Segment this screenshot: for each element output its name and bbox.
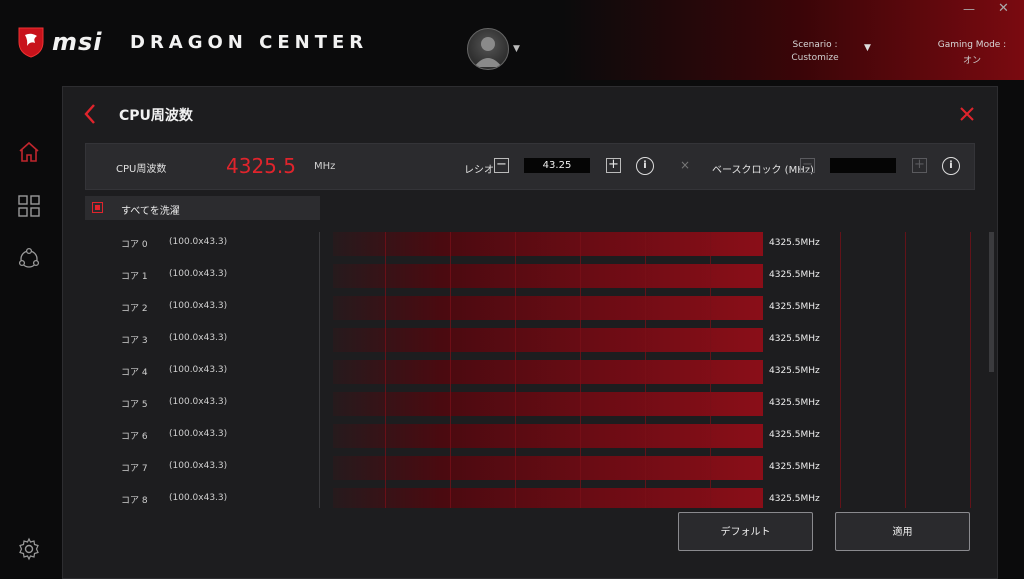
core-multiplier: (100.0x43.3) <box>169 301 228 311</box>
ratio-label: レシオ <box>464 165 494 176</box>
sidebar <box>0 80 60 577</box>
close-icon[interactable] <box>959 106 975 122</box>
ratio-increase-button[interactable]: + <box>606 158 621 173</box>
core-name: コア 4 <box>121 368 148 378</box>
core-frequency-bar <box>333 296 763 320</box>
avatar-dropdown-icon[interactable]: ▼ <box>513 44 520 54</box>
ratio-input[interactable]: 43.25 <box>524 158 590 173</box>
core-frequency-bar <box>333 328 763 352</box>
scenario-dropdown-icon[interactable]: ▼ <box>864 43 871 53</box>
avatar[interactable] <box>467 28 509 70</box>
core-frequency-bar <box>333 424 763 448</box>
core-value: 4325.5MHz <box>769 334 820 344</box>
core-row[interactable]: コア 2 (100.0x43.3) 4325.5MHz <box>63 296 997 320</box>
core-value: 4325.5MHz <box>769 366 820 376</box>
core-row[interactable]: コア 5 (100.0x43.3) 4325.5MHz <box>63 392 997 416</box>
core-name: コア 1 <box>121 272 148 282</box>
user-silhouette-icon <box>474 37 502 67</box>
network-icon[interactable] <box>17 247 41 271</box>
select-all-row[interactable]: すべてを洗濯 <box>85 196 320 220</box>
core-value: 4325.5MHz <box>769 462 820 472</box>
grid-line <box>905 232 906 508</box>
core-frequency-bar <box>333 360 763 384</box>
core-frequency-bar <box>333 232 763 256</box>
core-frequency-bar <box>333 488 763 508</box>
grid-line <box>970 232 971 508</box>
core-name: コア 2 <box>121 304 148 314</box>
core-value: 4325.5MHz <box>769 270 820 280</box>
app-name: DRAGON CENTER <box>130 32 369 53</box>
base-clock-input[interactable] <box>830 158 896 173</box>
core-multiplier: (100.0x43.3) <box>169 461 228 471</box>
core-frequency-bar <box>333 392 763 416</box>
ratio-decrease-button[interactable]: − <box>494 158 509 173</box>
freq-value: 4325.5 <box>226 154 296 178</box>
apply-button[interactable]: 適用 <box>835 512 970 551</box>
core-multiplier: (100.0x43.3) <box>169 333 228 343</box>
grid-line <box>580 232 581 508</box>
freq-unit: MHz <box>314 161 336 172</box>
home-icon[interactable] <box>17 140 41 164</box>
window-close-icon[interactable]: ✕ <box>998 1 1012 17</box>
core-row[interactable]: コア 1 (100.0x43.3) 4325.5MHz <box>63 264 997 288</box>
core-multiplier: (100.0x43.3) <box>169 237 228 247</box>
core-value: 4325.5MHz <box>769 494 820 504</box>
core-multiplier: (100.0x43.3) <box>169 493 228 503</box>
ratio-info-icon[interactable]: i <box>636 157 654 175</box>
core-row[interactable]: コア 6 (100.0x43.3) 4325.5MHz <box>63 424 997 448</box>
core-name: コア 8 <box>121 496 148 506</box>
select-all-checkbox[interactable] <box>92 202 103 213</box>
core-multiplier: (100.0x43.3) <box>169 269 228 279</box>
core-row[interactable]: コア 0 (100.0x43.3) 4325.5MHz <box>63 232 997 256</box>
gaming-mode-value[interactable]: オン <box>930 53 1014 66</box>
app-header: msi DRAGON CENTER ▼ Scenario : Customize… <box>0 0 1024 80</box>
core-value: 4325.5MHz <box>769 238 820 248</box>
core-frequency-bar <box>333 264 763 288</box>
core-value: 4325.5MHz <box>769 302 820 312</box>
scenario-label: Scenario : <box>792 40 838 50</box>
scroll-thumb[interactable] <box>989 232 994 372</box>
core-row[interactable]: コア 3 (100.0x43.3) 4325.5MHz <box>63 328 997 352</box>
grid-icon[interactable] <box>17 194 41 218</box>
scenario-value[interactable]: Customize <box>770 53 860 63</box>
brand-msi: msi <box>52 28 103 56</box>
freq-label: CPU周波数 <box>116 164 167 175</box>
grid-line <box>840 232 841 508</box>
msi-dragon-shield-icon <box>18 27 44 58</box>
core-name: コア 7 <box>121 464 148 474</box>
grid-line <box>450 232 451 508</box>
page-title: CPU周波数 <box>119 108 193 124</box>
minimize-icon[interactable]: — <box>963 2 977 18</box>
select-all-label: すべてを洗濯 <box>121 206 180 217</box>
core-multiplier: (100.0x43.3) <box>169 397 228 407</box>
grid-line <box>645 232 646 508</box>
core-multiplier: (100.0x43.3) <box>169 365 228 375</box>
core-value: 4325.5MHz <box>769 398 820 408</box>
gear-icon[interactable] <box>17 537 41 561</box>
core-row[interactable]: コア 8 (100.0x43.3) 4325.5MHz <box>63 488 997 512</box>
core-row[interactable]: コア 7 (100.0x43.3) 4325.5MHz <box>63 456 997 480</box>
core-row[interactable]: コア 4 (100.0x43.3) 4325.5MHz <box>63 360 997 384</box>
core-name: コア 6 <box>121 432 148 442</box>
core-multiplier: (100.0x43.3) <box>169 429 228 439</box>
core-name: コア 0 <box>121 240 148 250</box>
grid-line <box>515 232 516 508</box>
grid-line <box>710 232 711 508</box>
scrollbar[interactable] <box>989 232 994 508</box>
multiply-separator: × <box>680 158 691 172</box>
core-frequency-bar <box>333 456 763 480</box>
frequency-summary: CPU周波数 4325.5 MHz レシオ − 43.25 + i × ベースク… <box>85 143 975 190</box>
chevron-left-icon[interactable] <box>83 103 97 125</box>
base-clock-decrease-button[interactable]: − <box>800 158 815 173</box>
core-name: コア 5 <box>121 400 148 410</box>
base-clock-label: ベースクロック (MHz) <box>712 165 814 176</box>
gaming-mode-label: Gaming Mode : <box>937 40 1007 50</box>
cpu-frequency-panel: CPU周波数 CPU周波数 4325.5 MHz レシオ − 43.25 + i… <box>62 86 998 579</box>
base-clock-increase-button[interactable]: + <box>912 158 927 173</box>
default-button[interactable]: デフォルト <box>678 512 813 551</box>
core-value: 4325.5MHz <box>769 430 820 440</box>
base-clock-info-icon[interactable]: i <box>942 157 960 175</box>
core-name: コア 3 <box>121 336 148 346</box>
grid-line <box>385 232 386 508</box>
